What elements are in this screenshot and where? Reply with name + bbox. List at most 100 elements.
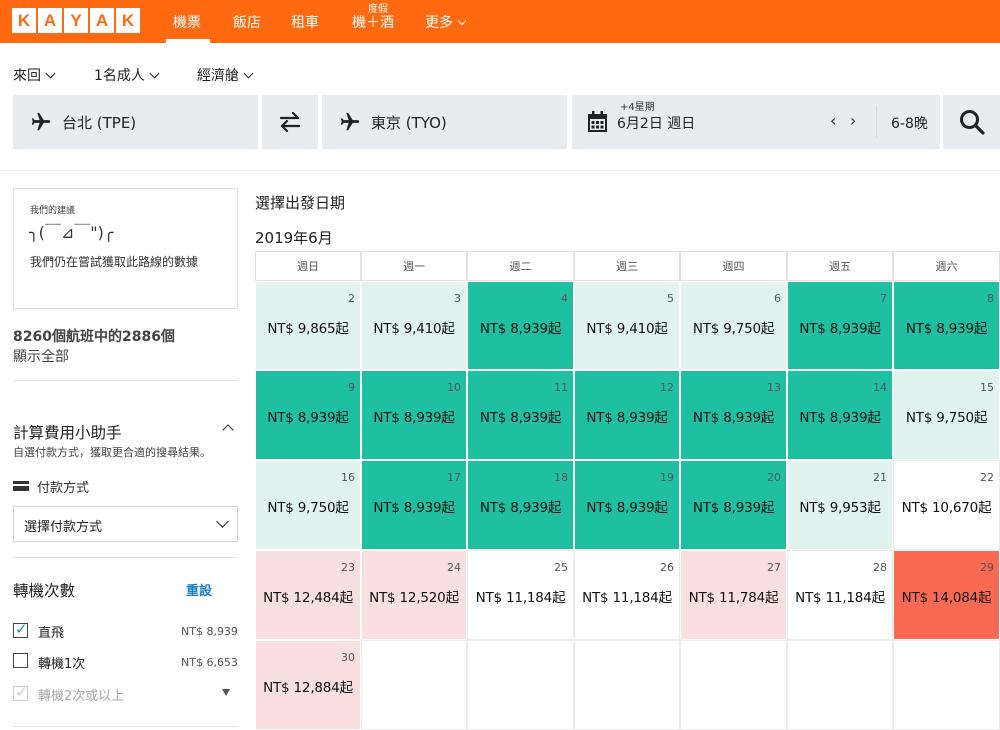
calendar-day-cell[interactable]: 24 NT$ 12,520起: [361, 550, 467, 640]
stop-nonstop-price: NT$ 8,939: [181, 625, 238, 638]
calendar-day-cell[interactable]: 26 NT$ 11,184起: [574, 550, 680, 640]
day-price: NT$ 11,784起: [688, 590, 779, 606]
day-number: 20: [767, 471, 781, 484]
advice-title: 我們的建議: [30, 206, 76, 216]
advice-body: 我們仍在嘗試獲取此路線的數據: [30, 255, 199, 269]
cabin-label: 經濟艙: [197, 68, 239, 84]
day-number: 26: [660, 561, 674, 574]
day-price: NT$ 9,750起: [692, 321, 775, 337]
calendar-day-cell[interactable]: 21 NT$ 9,953起: [787, 460, 893, 550]
nav-more[interactable]: 更多: [425, 12, 467, 32]
origin-value: 台北 (TPE): [62, 114, 137, 132]
swap-button[interactable]: [262, 95, 318, 149]
calendar-day-cell[interactable]: 11 NT$ 8,939起: [467, 370, 574, 460]
calendar-day-cell[interactable]: 9 NT$ 8,939起: [255, 370, 361, 460]
nav-cars[interactable]: 租車: [291, 12, 319, 32]
stop-one-checkbox[interactable]: [13, 653, 28, 668]
day-number: 13: [767, 381, 781, 394]
day-number: 16: [341, 471, 355, 484]
day-number: 7: [880, 292, 887, 305]
calendar-day-cell[interactable]: 2 NT$ 9,865起: [255, 281, 361, 370]
payment-method-label: 付款方式: [37, 481, 90, 496]
stop-nonstop-label[interactable]: 直飛: [38, 622, 64, 641]
chevron-up-icon[interactable]: [222, 424, 234, 436]
prev-date-button[interactable]: ‹: [830, 111, 836, 130]
weekday-label: 週一: [361, 251, 467, 281]
calendar-day-cell[interactable]: 18 NT$ 8,939起: [467, 460, 574, 550]
stop-two-plus-label[interactable]: 轉機2次或以上: [38, 685, 124, 704]
swap-icon: [279, 111, 301, 133]
kayak-logo[interactable]: K A Y A K: [12, 8, 140, 33]
show-all-link[interactable]: 顯示全部: [13, 346, 69, 366]
calendar-day-cell[interactable]: 13 NT$ 8,939起: [680, 370, 787, 460]
calendar-month: 2019年6月: [255, 229, 333, 247]
advice-emoticon: ╮(￣⊿￣")╭: [29, 223, 114, 242]
calendar-day-cell[interactable]: 28 NT$ 11,184起: [787, 550, 893, 640]
calendar-day-cell[interactable]: 16 NT$ 9,750起: [255, 460, 361, 550]
logo-letter: Y: [64, 8, 88, 33]
calendar-day-cell[interactable]: 4 NT$ 8,939起: [467, 281, 574, 370]
weekday-label: 週二: [467, 251, 574, 281]
calendar-day-cell[interactable]: 19 NT$ 8,939起: [574, 460, 680, 550]
day-number: 18: [554, 471, 568, 484]
day-number: 3: [454, 292, 461, 305]
nights-value[interactable]: 6-8晚: [891, 113, 928, 133]
day-number: 4: [561, 292, 568, 305]
stop-one-label[interactable]: 轉機1次: [38, 653, 85, 672]
calendar-day-cell[interactable]: 22 NT$ 10,670起: [893, 460, 1000, 550]
fee-helper-title[interactable]: 計算費用小助手: [13, 421, 122, 443]
calendar-day-cell[interactable]: 7 NT$ 8,939起: [787, 281, 893, 370]
origin-field[interactable]: 台北 (TPE): [13, 95, 258, 149]
weekday-label: 週四: [680, 251, 787, 281]
calendar-day-cell[interactable]: 17 NT$ 8,939起: [361, 460, 467, 550]
calendar-day-cell[interactable]: 10 NT$ 8,939起: [361, 370, 467, 460]
calendar-day-cell[interactable]: 12 NT$ 8,939起: [574, 370, 680, 460]
search-icon: [960, 110, 985, 135]
calendar-day-cell[interactable]: 27 NT$ 11,784起: [680, 550, 787, 640]
calendar-day-cell[interactable]: 23 NT$ 12,484起: [255, 550, 361, 640]
calendar-day-cell[interactable]: 15 NT$ 9,750起: [893, 370, 1000, 460]
calendar-day-cell[interactable]: 20 NT$ 8,939起: [680, 460, 787, 550]
calendar-empty-cell: [893, 640, 1000, 730]
calendar-day-cell[interactable]: 29 NT$ 14,084起: [893, 550, 1000, 640]
reset-link[interactable]: 重設: [186, 580, 212, 599]
day-number: 27: [767, 561, 781, 574]
calendar-day-cell[interactable]: 5 NT$ 9,410起: [574, 281, 680, 370]
calendar-day-cell[interactable]: 30 NT$ 12,884起: [255, 640, 361, 730]
nav-hotels[interactable]: 飯店: [233, 12, 261, 32]
travelers-dropdown[interactable]: 1名成人: [94, 65, 160, 85]
filter-icon[interactable]: [222, 689, 230, 696]
day-price: NT$ 8,939起: [692, 410, 775, 426]
search-button[interactable]: [943, 95, 1000, 149]
stop-nonstop-checkbox[interactable]: ✓: [13, 622, 28, 638]
calendar-icon: [588, 111, 607, 132]
calendar-day-cell[interactable]: 6 NT$ 9,750起: [680, 281, 787, 370]
flex-note: +4星期: [620, 102, 655, 113]
nav-flights[interactable]: 機票: [173, 12, 201, 32]
day-price: NT$ 9,953起: [799, 500, 881, 516]
cabin-dropdown[interactable]: 經濟艙: [197, 65, 254, 85]
day-price: NT$ 8,939起: [373, 410, 455, 426]
calendar-day-cell[interactable]: 25 NT$ 11,184起: [467, 550, 574, 640]
sidebar-divider: [13, 557, 238, 558]
day-price: NT$ 9,410起: [586, 321, 668, 337]
calendar-day-cell[interactable]: 8 NT$ 8,939起: [893, 281, 1000, 370]
sidebar-divider: [13, 726, 238, 727]
trip-type-dropdown[interactable]: 來回: [13, 65, 56, 85]
day-price: NT$ 8,939起: [905, 321, 988, 337]
next-date-button[interactable]: ›: [850, 111, 856, 130]
day-number: 30: [341, 651, 355, 664]
payment-method-select[interactable]: 選擇付款方式: [13, 506, 238, 542]
sidebar-divider: [13, 380, 238, 381]
stop-two-plus-checkbox[interactable]: ✓: [13, 685, 28, 701]
calendar-day-cell[interactable]: 14 NT$ 8,939起: [787, 370, 893, 460]
date-field[interactable]: +4星期 6月2日 週日 ‹ › 6-8晚: [572, 95, 940, 149]
destination-field[interactable]: 東京 (TYO): [322, 95, 567, 149]
nav-packages[interactable]: 機＋酒: [352, 12, 394, 32]
day-price: NT$ 12,484起: [263, 590, 353, 606]
day-price: NT$ 12,884起: [263, 680, 353, 696]
stop-one-price: NT$ 6,653: [181, 656, 238, 669]
payment-method-value: 選擇付款方式: [24, 520, 103, 535]
calendar-day-cell[interactable]: 3 NT$ 9,410起: [361, 281, 467, 370]
logo-letter: K: [12, 8, 36, 33]
